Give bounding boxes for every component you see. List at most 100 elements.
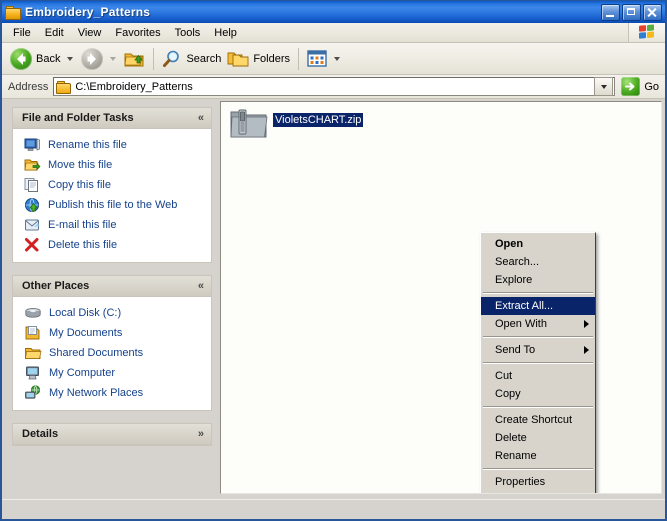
minimize-button[interactable]	[601, 3, 620, 21]
context-menu-item-label: Cut	[495, 370, 513, 382]
views-button[interactable]	[304, 46, 330, 72]
content-area: File and Folder Tasks « Rename this file…	[2, 99, 665, 497]
context-menu-item-send-to[interactable]: Send To	[481, 341, 595, 359]
context-menu-item-copy[interactable]: Copy	[481, 385, 595, 403]
submenu-arrow-icon	[584, 320, 589, 328]
chevron-up-icon[interactable]: «	[198, 280, 204, 292]
go-button[interactable]: Go	[621, 77, 662, 96]
panel-file-and-folder-tasks: File and Folder Tasks « Rename this file…	[12, 107, 212, 263]
context-menu-item-extract-all[interactable]: Extract All...	[481, 297, 595, 315]
context-menu-item-search[interactable]: Search...	[481, 253, 595, 271]
forward-arrow-icon	[81, 47, 104, 70]
chevron-up-icon[interactable]: «	[198, 112, 204, 124]
context-menu-item-label: Copy	[495, 388, 521, 400]
sidebar-item-publish-this-file-to-the-web[interactable]: Publish this file to the Web	[13, 195, 211, 215]
context-menu-item-create-shortcut[interactable]: Create Shortcut	[481, 411, 595, 429]
menu-edit[interactable]: Edit	[38, 25, 71, 41]
publish-web-icon	[24, 197, 41, 213]
windows-flag-logo	[628, 23, 665, 42]
context-menu-item-properties[interactable]: Properties	[481, 473, 595, 491]
copy-icon	[24, 177, 41, 193]
address-input[interactable]: C:\Embroidery_Patterns	[53, 77, 616, 96]
sidebar-item-label: Rename this file	[48, 139, 127, 151]
panel-details: Details »	[12, 423, 212, 446]
sidebar-item-my-documents[interactable]: My Documents	[13, 323, 211, 343]
back-label: Back	[36, 52, 61, 65]
list-item[interactable]: VioletsCHART.zip	[227, 106, 364, 142]
context-menu-separator	[483, 468, 593, 470]
sidebar-item-shared-documents[interactable]: Shared Documents	[13, 343, 211, 363]
context-menu-item-label: Extract All...	[495, 300, 554, 312]
context-menu-separator	[483, 406, 593, 408]
file-name-label[interactable]: VioletsCHART.zip	[273, 113, 364, 127]
search-button[interactable]: Search	[159, 46, 224, 72]
submenu-arrow-icon	[584, 346, 589, 354]
sidebar-item-label: Publish this file to the Web	[48, 199, 178, 211]
context-menu-item-open-with[interactable]: Open With	[481, 315, 595, 333]
panel-header-details[interactable]: Details »	[13, 424, 211, 445]
up-button[interactable]	[121, 46, 148, 72]
forward-button[interactable]	[78, 46, 106, 72]
sidebar-item-label: My Network Places	[49, 387, 144, 399]
menu-help[interactable]: Help	[207, 25, 244, 41]
file-list[interactable]: VioletsCHART.zip Open Search... Explore …	[220, 101, 662, 494]
panel-title: Details	[22, 428, 59, 440]
context-menu-item-open[interactable]: Open	[481, 235, 595, 253]
menu-tools[interactable]: Tools	[168, 25, 208, 41]
sidebar-item-delete-this-file[interactable]: Delete this file	[13, 235, 211, 255]
context-menu-item-label: Send To	[495, 344, 536, 356]
sidebar-item-label: Shared Documents	[49, 347, 144, 359]
sidebar-item-my-computer[interactable]: My Computer	[13, 363, 211, 383]
title-bar[interactable]: Embroidery_Patterns	[2, 1, 665, 23]
sidebar-item-my-network-places[interactable]: My Network Places	[13, 383, 211, 403]
sidebar: File and Folder Tasks « Rename this file…	[2, 101, 220, 497]
sidebar-item-email-this-file[interactable]: E-mail this file	[13, 215, 211, 235]
window-title: Embroidery_Patterns	[25, 5, 151, 19]
sidebar-item-copy-this-file[interactable]: Copy this file	[13, 175, 211, 195]
menu-file[interactable]: File	[6, 25, 38, 41]
move-icon	[24, 157, 41, 173]
menu-favorites[interactable]: Favorites	[108, 25, 167, 41]
context-menu-item-delete[interactable]: Delete	[481, 429, 595, 447]
views-icon	[307, 50, 327, 67]
sidebar-item-local-disk-c[interactable]: Local Disk (C:)	[13, 303, 211, 323]
toolbar-separator-1	[153, 47, 155, 70]
toolbar-separator-2	[298, 47, 300, 70]
up-folder-icon	[124, 49, 145, 69]
maximize-button[interactable]	[622, 3, 641, 21]
sidebar-item-label: Copy this file	[48, 179, 111, 191]
views-dropdown-arrow[interactable]	[334, 56, 341, 61]
panel-header-other-places[interactable]: Other Places «	[13, 276, 211, 297]
address-dropdown-button[interactable]	[594, 77, 614, 96]
search-label: Search	[186, 52, 222, 65]
sidebar-item-move-this-file[interactable]: Move this file	[13, 155, 211, 175]
sidebar-item-label: My Documents	[49, 327, 123, 339]
context-menu-item-label: Properties	[495, 476, 546, 488]
sidebar-item-rename-this-file[interactable]: Rename this file	[13, 135, 211, 155]
forward-dropdown-arrow[interactable]	[110, 56, 117, 61]
context-menu-item-rename[interactable]: Rename	[481, 447, 595, 465]
context-menu-item-cut[interactable]: Cut	[481, 367, 595, 385]
context-menu-item-explore[interactable]: Explore	[481, 271, 595, 289]
toolbar: Back Search Folders	[2, 43, 665, 75]
menu-view[interactable]: View	[71, 25, 109, 41]
chevron-down-icon[interactable]: »	[198, 428, 204, 440]
search-icon	[162, 49, 182, 69]
context-menu-item-label: Search...	[495, 256, 540, 268]
panel-header-file-tasks[interactable]: File and Folder Tasks «	[13, 108, 211, 129]
folders-icon	[227, 50, 249, 68]
address-bar: Address C:\Embroidery_Patterns Go	[2, 75, 665, 99]
back-dropdown-arrow[interactable]	[67, 56, 74, 61]
close-button[interactable]	[643, 3, 662, 21]
shared-documents-icon	[24, 345, 42, 361]
back-button[interactable]: Back	[7, 46, 63, 72]
sidebar-item-label: My Computer	[49, 367, 116, 379]
explorer-window: Embroidery_Patterns File Edit View Favor…	[0, 0, 667, 521]
folders-button[interactable]: Folders	[224, 46, 293, 72]
panel-body-file-tasks: Rename this file Move this file Copy thi…	[13, 129, 211, 262]
sidebar-item-label: Move this file	[48, 159, 113, 171]
go-label: Go	[644, 80, 659, 93]
context-menu-item-label: Create Shortcut	[495, 414, 573, 426]
my-documents-icon	[24, 325, 42, 341]
panel-other-places: Other Places « Local Disk (C:) My Docume…	[12, 275, 212, 411]
